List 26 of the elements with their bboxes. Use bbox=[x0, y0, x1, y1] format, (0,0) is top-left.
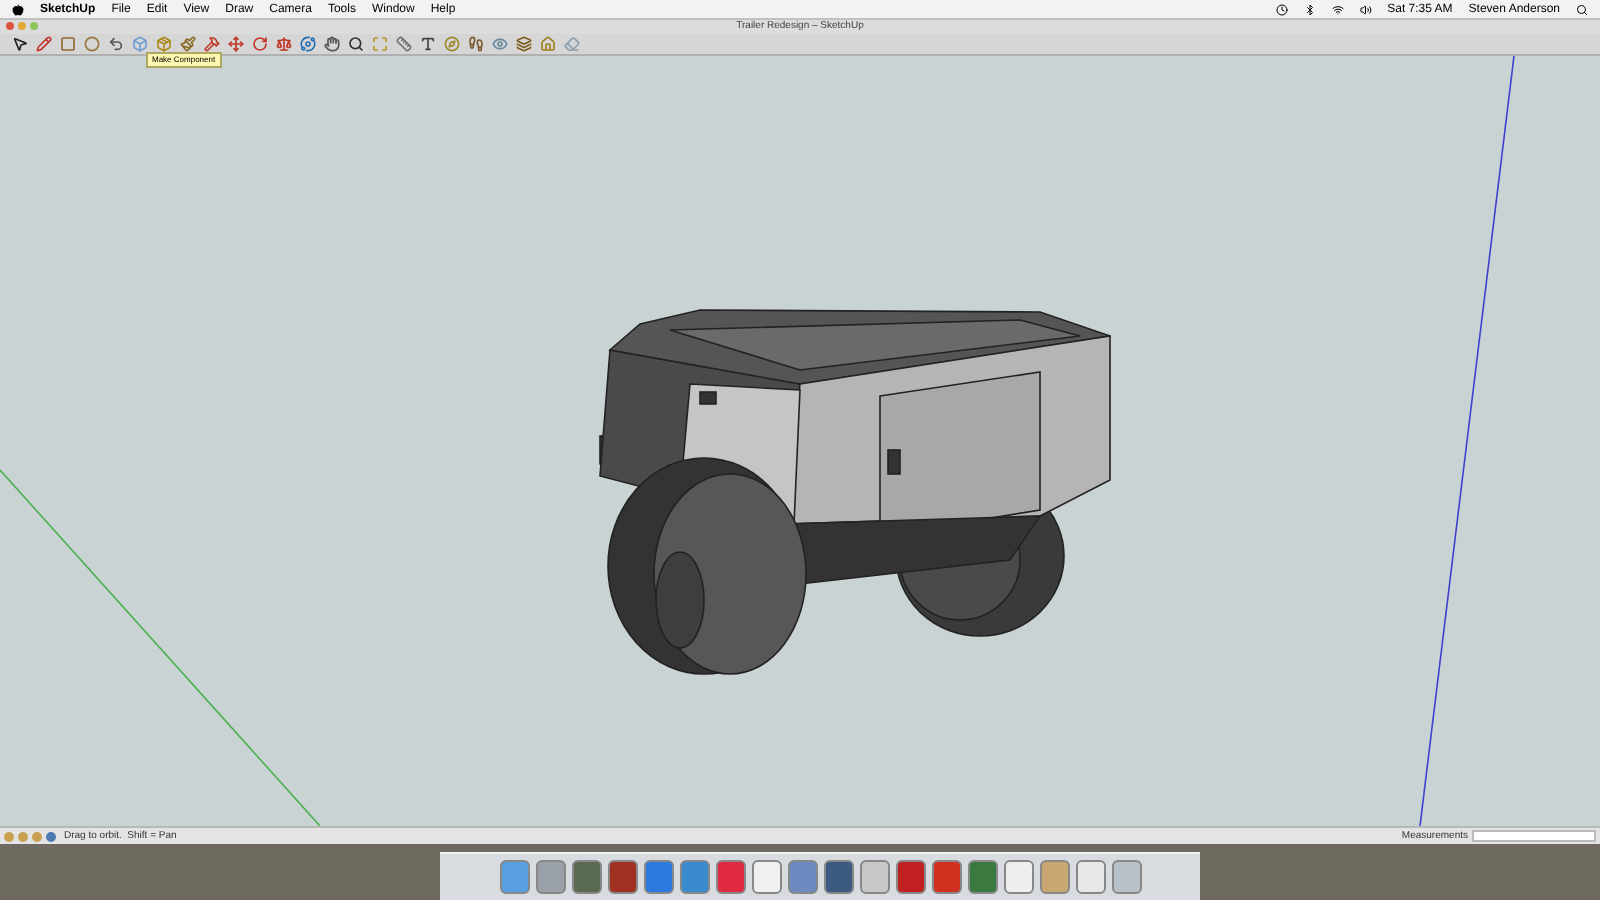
box-icon[interactable] bbox=[132, 36, 148, 52]
component-icon[interactable] bbox=[156, 36, 172, 52]
zoom-icon[interactable] bbox=[348, 36, 364, 52]
look-around-icon[interactable] bbox=[492, 36, 508, 52]
rectangle-icon[interactable] bbox=[60, 36, 76, 52]
bluetooth-icon[interactable] bbox=[1303, 3, 1316, 15]
measurements-field[interactable] bbox=[1472, 830, 1596, 842]
search-icon[interactable] bbox=[1576, 3, 1588, 15]
volume-icon[interactable] bbox=[1359, 3, 1372, 15]
rotate-icon[interactable] bbox=[252, 36, 268, 52]
zoom-extents-icon[interactable] bbox=[372, 36, 388, 52]
orbit-icon[interactable] bbox=[300, 36, 316, 52]
wifi-icon[interactable] bbox=[1331, 3, 1344, 15]
pencil-icon[interactable] bbox=[36, 36, 52, 52]
pan-icon[interactable] bbox=[324, 36, 340, 52]
close-button[interactable] bbox=[6, 22, 14, 30]
scale-icon[interactable] bbox=[276, 36, 292, 52]
apple-logo-icon[interactable] bbox=[12, 3, 24, 15]
text-icon[interactable] bbox=[420, 36, 436, 52]
circle-icon[interactable] bbox=[84, 36, 100, 52]
eraser-icon[interactable] bbox=[564, 36, 580, 52]
move-icon[interactable] bbox=[228, 36, 244, 52]
layers-icon[interactable] bbox=[516, 36, 532, 52]
select-arrow-icon[interactable] bbox=[12, 36, 28, 52]
time-machine-icon[interactable] bbox=[1275, 3, 1288, 15]
footprints-icon[interactable] bbox=[468, 36, 484, 52]
